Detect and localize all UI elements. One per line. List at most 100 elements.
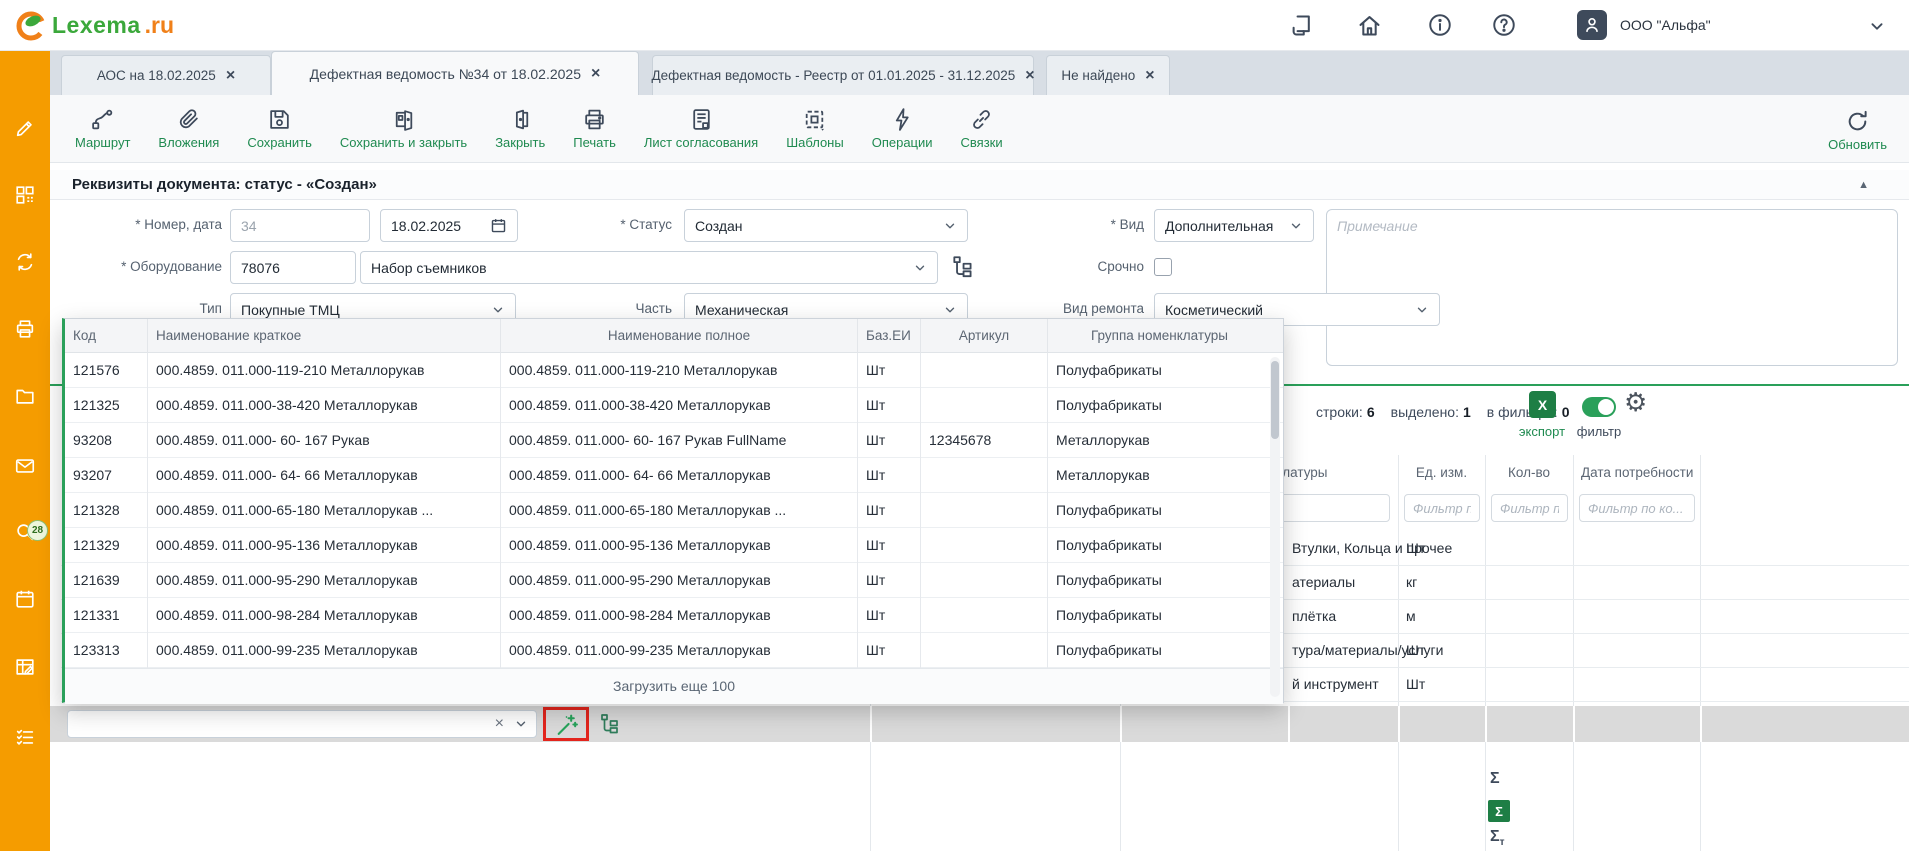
folder-icon[interactable] xyxy=(14,385,36,407)
tab-not-found[interactable]: Не найдено× xyxy=(1046,55,1170,95)
clear-icon[interactable]: × xyxy=(495,716,504,732)
lookup-row[interactable]: 93207000.4859. 011.000- 64- 66 Металлору… xyxy=(65,458,1283,493)
route-button[interactable]: Маршрут xyxy=(75,107,130,150)
help-icon[interactable] xyxy=(1491,12,1517,38)
user-avatar[interactable] xyxy=(1577,10,1607,40)
info-icon[interactable] xyxy=(1427,12,1453,38)
save-button[interactable]: Сохранить xyxy=(247,107,312,150)
chevron-down-icon[interactable] xyxy=(1866,15,1888,37)
lookup-col-code[interactable]: Код xyxy=(65,319,148,353)
lookup-row[interactable]: 121331000.4859. 011.000-98-284 Металлору… xyxy=(65,598,1283,633)
lookup-cell: Шт xyxy=(858,528,921,563)
home-icon[interactable] xyxy=(1356,12,1383,39)
printer-icon xyxy=(582,107,607,132)
calendar-icon[interactable] xyxy=(14,588,36,610)
lookup-cell: 000.4859. 011.000-95-290 Металлорукав xyxy=(148,563,501,598)
lookup-col-group[interactable]: Группа номенклатуры xyxy=(1048,319,1271,353)
gear-icon[interactable]: ⚙ xyxy=(1624,387,1647,418)
grid-lookup-combo[interactable]: × xyxy=(67,710,537,738)
tab-aos[interactable]: АОС на 18.02.2025× xyxy=(61,55,271,95)
status-select[interactable]: Создан xyxy=(684,209,968,242)
close-icon[interactable]: × xyxy=(226,68,235,84)
urgent-label: Срочно xyxy=(1040,259,1144,274)
number-field[interactable]: 34 xyxy=(230,209,370,242)
urgent-checkbox[interactable] xyxy=(1154,258,1172,276)
unit-filter-input[interactable] xyxy=(1404,494,1480,522)
calendar-icon[interactable] xyxy=(490,217,507,234)
lookup-cell: Шт xyxy=(858,598,921,633)
close-icon[interactable]: × xyxy=(591,66,600,82)
company-name[interactable]: ООО "Альфа" xyxy=(1620,17,1711,33)
lookup-row[interactable]: 121325000.4859. 011.000-38-420 Металлору… xyxy=(65,388,1283,423)
grid-column-date[interactable]: Дата потребности xyxy=(1573,455,1700,491)
lookup-col-unit[interactable]: Баз.ЕИ xyxy=(858,319,921,353)
close-icon[interactable]: × xyxy=(1025,68,1034,84)
lightning-icon xyxy=(890,107,915,132)
sync-icon[interactable] xyxy=(14,251,36,273)
table-edit-icon[interactable] xyxy=(14,656,36,678)
print-queue-icon[interactable] xyxy=(14,318,36,340)
links-button[interactable]: Связки xyxy=(961,107,1003,150)
save-and-close-button[interactable]: Сохранить и закрыть xyxy=(340,107,467,150)
lookup-row[interactable]: 121328000.4859. 011.000-65-180 Металлору… xyxy=(65,493,1283,528)
chevron-down-icon[interactable] xyxy=(514,717,528,731)
excel-export-icon[interactable]: X xyxy=(1529,391,1556,418)
lexema-logo[interactable]: Lexema.ru xyxy=(14,8,174,42)
hierarchy-icon[interactable] xyxy=(598,712,622,736)
tasks-icon[interactable] xyxy=(14,726,36,748)
close-button[interactable]: Закрыть xyxy=(495,107,545,150)
scrollbar-track[interactable] xyxy=(1270,357,1280,697)
process-icon[interactable] xyxy=(1288,12,1315,39)
lookup-row[interactable]: 121329000.4859. 011.000-95-136 Металлору… xyxy=(65,528,1283,563)
lookup-row[interactable]: 121576000.4859. 011.000-119-210 Металлор… xyxy=(65,353,1283,388)
lookup-col-short-name[interactable]: Наименование краткое xyxy=(148,319,501,353)
lookup-row[interactable]: 123313000.4859. 011.000-99-235 Металлору… xyxy=(65,633,1283,668)
sum-symbol[interactable]: Σ xyxy=(1490,770,1500,788)
tab-defect-registry[interactable]: Дефектная ведомость - Реестр от 01.01.20… xyxy=(652,55,1034,95)
note-textarea[interactable] xyxy=(1326,209,1898,366)
tab-defect-sheet[interactable]: Дефектная ведомость №34 от 18.02.2025× xyxy=(271,51,639,95)
lookup-col-full-name[interactable]: Наименование полное xyxy=(501,319,858,353)
equipment-select[interactable]: Набор съемников xyxy=(360,251,938,284)
scrollbar-thumb[interactable] xyxy=(1271,361,1279,439)
lookup-col-article[interactable]: Артикул xyxy=(921,319,1048,353)
sum-selected-symbol[interactable]: Σ xyxy=(1488,800,1510,822)
qty-filter-input[interactable] xyxy=(1491,494,1568,522)
hierarchy-icon[interactable] xyxy=(950,254,976,280)
attachments-button[interactable]: Вложения xyxy=(158,107,219,150)
date-field[interactable]: 18.02.2025 xyxy=(380,209,518,242)
grid-column-qty[interactable]: Кол-во xyxy=(1485,455,1573,491)
dashboard-grid-icon[interactable] xyxy=(14,184,36,206)
grid-column-unit[interactable]: Ед. изм. xyxy=(1398,455,1485,491)
edit-pencil-icon[interactable] xyxy=(14,117,36,139)
lookup-row[interactable]: 93208000.4859. 011.000- 60- 167 Рукав000… xyxy=(65,423,1283,458)
print-button[interactable]: Печать xyxy=(573,107,616,150)
vid-select[interactable]: Дополнительная xyxy=(1154,209,1314,242)
magic-wand-icon[interactable] xyxy=(554,712,579,737)
number-date-label: * Номер, дата xyxy=(60,217,222,232)
approval-sheet-button[interactable]: Лист согласования xyxy=(644,107,758,150)
lookup-cell xyxy=(921,528,1048,563)
collapse-arrow-icon[interactable]: ▲ xyxy=(1858,179,1869,191)
sum-total-symbol[interactable]: Σт xyxy=(1490,828,1505,848)
lookup-cell: 000.4859. 011.000-65-180 Металлорукав ..… xyxy=(148,493,501,528)
close-icon[interactable]: × xyxy=(1145,68,1154,84)
equipment-code-field[interactable]: 78076 xyxy=(230,251,356,284)
filter-toggle[interactable] xyxy=(1582,397,1616,417)
date-filter-input[interactable] xyxy=(1579,494,1695,522)
lookup-cell: 121331 xyxy=(65,598,148,633)
template-icon xyxy=(802,107,827,132)
band-divider xyxy=(1485,706,1487,742)
lookup-row[interactable]: 121639000.4859. 011.000-95-290 Металлору… xyxy=(65,563,1283,598)
refresh-button[interactable]: Обновить xyxy=(1828,109,1887,152)
rows-count: строки:6 xyxy=(1316,404,1375,420)
grid-edit-band: × xyxy=(50,706,1909,742)
toggle-knob xyxy=(1598,399,1614,415)
load-more-button[interactable]: Загрузить еще 100 xyxy=(65,668,1283,704)
lookup-cell: 123313 xyxy=(65,633,148,668)
mail-icon[interactable] xyxy=(14,455,36,477)
lookup-cell xyxy=(921,633,1048,668)
templates-button[interactable]: Шаблоны xyxy=(786,107,844,150)
export-label[interactable]: экспорт xyxy=(1510,424,1574,439)
operations-button[interactable]: Операции xyxy=(872,107,933,150)
